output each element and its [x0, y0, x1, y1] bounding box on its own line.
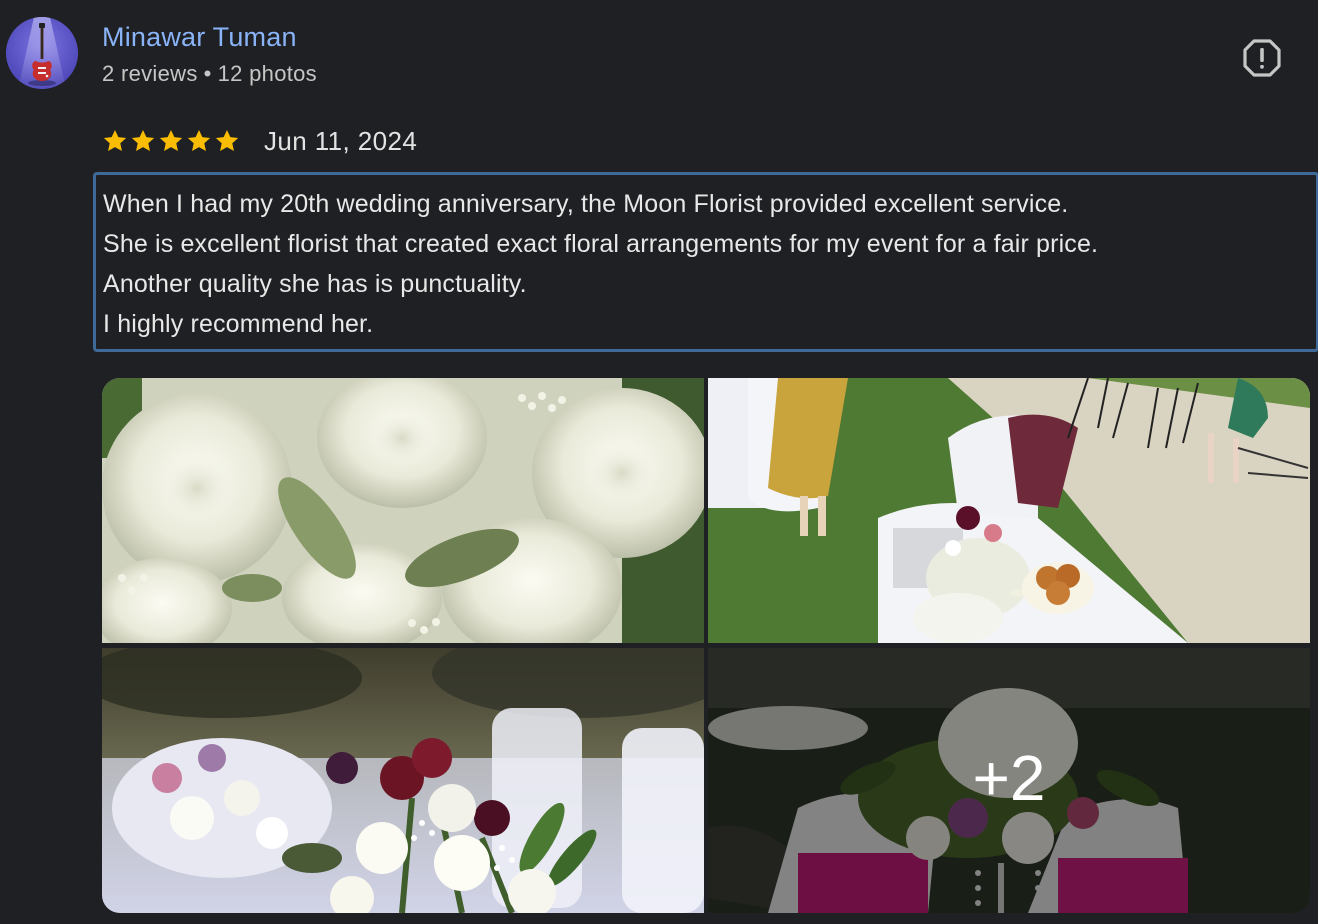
review-line: Another quality she has is punctuality.	[103, 270, 527, 298]
review-text[interactable]: When I had my 20th wedding anniversary, …	[93, 172, 1318, 352]
star-rating	[102, 128, 240, 154]
photo-image	[102, 378, 704, 643]
more-photos-count: +2	[972, 741, 1046, 814]
author-stats: 2 reviews • 12 photos	[102, 61, 317, 87]
star-icon	[159, 129, 183, 151]
photo-bouquet[interactable]	[102, 648, 704, 913]
review-line: When I had my 20th wedding anniversary, …	[103, 190, 1069, 218]
star-icon	[215, 129, 239, 151]
photo-white-roses[interactable]	[102, 378, 704, 643]
rating-row: Jun 11, 2024	[102, 124, 417, 158]
star-icon	[187, 129, 211, 151]
star-icon	[103, 129, 127, 151]
photo-image	[708, 378, 1310, 643]
review-count: 2 reviews	[102, 61, 198, 86]
photo-count: 12 photos	[217, 61, 317, 86]
photo-image	[102, 648, 704, 913]
meta-separator: •	[203, 61, 212, 86]
review-card: Minawar Tuman 2 reviews • 12 photos Jun 11…	[0, 0, 1318, 924]
guitar-icon	[6, 17, 78, 89]
review-line: She is excellent florist that created ex…	[103, 230, 1099, 258]
author-name[interactable]: Minawar Tuman	[102, 22, 297, 53]
review-date: Jun 11, 2024	[264, 125, 418, 156]
photo-grid: +2	[102, 378, 1310, 913]
report-button[interactable]	[1241, 37, 1283, 79]
star-icon	[131, 129, 155, 151]
report-icon	[1243, 39, 1281, 77]
review-line: I highly recommend her.	[103, 310, 374, 338]
photo-centerpiece[interactable]: +2	[708, 648, 1310, 913]
author-avatar[interactable]	[6, 17, 78, 89]
more-photos-overlay[interactable]: +2	[708, 648, 1310, 913]
photo-event-table[interactable]	[708, 378, 1310, 643]
